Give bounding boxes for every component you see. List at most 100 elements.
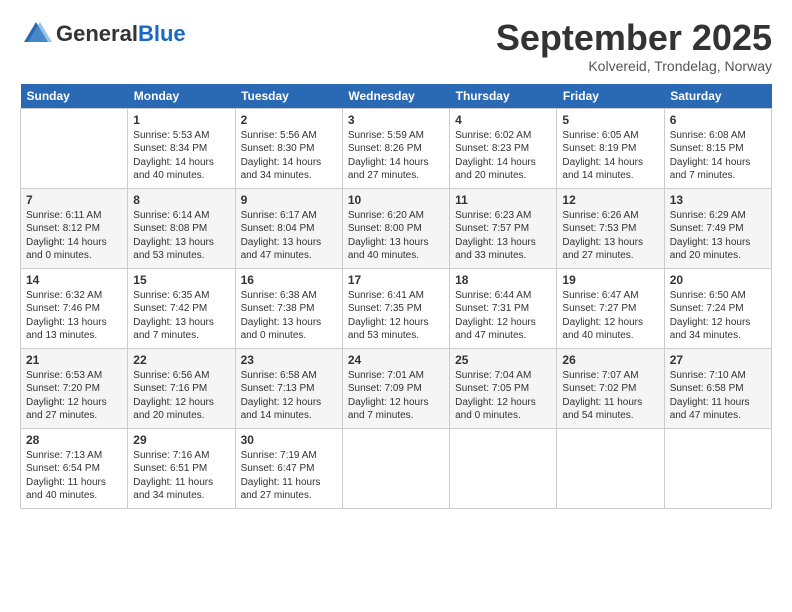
col-saturday: Saturday xyxy=(664,84,771,109)
day-cell: 24Sunrise: 7:01 AM Sunset: 7:09 PM Dayli… xyxy=(342,348,449,428)
day-cell: 15 Sunrise: 6:35 AM Sunset: 7:42 PM Dayli… xyxy=(128,268,235,348)
day-info: Sunrise: 6:29 AM Sunset: 7:49 PM Dayligh… xyxy=(670,209,766,263)
day-cell: 1Sunrise: 5:53 AM Sunset: 8:34 PM Daylig… xyxy=(128,108,235,188)
day-info: Sunrise: 6:23 AM Sunset: 7:57 PM Dayligh… xyxy=(455,209,551,263)
day-number: 27 xyxy=(670,353,766,367)
day-cell: 28 Sunrise: 7:13 AM Sunset: 6:54 PM Dayli… xyxy=(21,428,128,508)
month-title: September 2025 xyxy=(496,18,772,58)
col-sunday: Sunday xyxy=(21,84,128,109)
day-number: 16 xyxy=(241,273,337,287)
day-number: 19 xyxy=(562,273,658,287)
day-number: 30 xyxy=(241,433,337,447)
day-cell: 10 Sunrise: 6:20 AM Sunset: 8:00 PM Dayli… xyxy=(342,188,449,268)
logo-icon xyxy=(20,18,52,50)
day-number: 3 xyxy=(348,113,444,127)
day-info: Sunrise: 7:04 AM Sunset: 7:05 PM Dayligh… xyxy=(455,369,551,423)
header-area: GeneralBlue September 2025 Kolvereid, Tr… xyxy=(20,18,772,74)
day-info: Sunrise: 6:47 AM Sunset: 7:27 PM Dayligh… xyxy=(562,289,658,343)
day-info: Sunrise: 5:53 AM Sunset: 8:34 PM Dayligh… xyxy=(133,129,229,183)
week-row-2: 7Sunrise: 6:11 AM Sunset: 8:12 PM Daylig… xyxy=(21,188,772,268)
day-cell: 23 Sunrise: 6:58 AM Sunset: 7:13 PM Dayli… xyxy=(235,348,342,428)
day-cell: 12 Sunrise: 6:26 AM Sunset: 7:53 PM Dayli… xyxy=(557,188,664,268)
day-number: 6 xyxy=(670,113,766,127)
day-cell: 2 Sunrise: 5:56 AM Sunset: 8:30 PM Daylig… xyxy=(235,108,342,188)
page: GeneralBlue September 2025 Kolvereid, Tr… xyxy=(0,0,792,519)
day-info: Sunrise: 6:11 AM Sunset: 8:12 PM Dayligh… xyxy=(26,209,122,263)
day-number: 11 xyxy=(455,193,551,207)
day-info: Sunrise: 7:19 AM Sunset: 6:47 PM Dayligh… xyxy=(241,449,337,503)
header-row: Sunday Monday Tuesday Wednesday Thursday… xyxy=(21,84,772,109)
day-info: Sunrise: 6:35 AM Sunset: 7:42 PM Dayligh… xyxy=(133,289,229,343)
day-info: Sunrise: 6:17 AM Sunset: 8:04 PM Dayligh… xyxy=(241,209,337,263)
day-info: Sunrise: 7:10 AM Sunset: 6:58 PM Dayligh… xyxy=(670,369,766,423)
day-info: Sunrise: 6:32 AM Sunset: 7:46 PM Dayligh… xyxy=(26,289,122,343)
week-row-1: 1Sunrise: 5:53 AM Sunset: 8:34 PM Daylig… xyxy=(21,108,772,188)
day-cell: 16 Sunrise: 6:38 AM Sunset: 7:38 PM Dayli… xyxy=(235,268,342,348)
day-number: 28 xyxy=(26,433,122,447)
title-area: September 2025 Kolvereid, Trondelag, Nor… xyxy=(496,18,772,74)
day-number: 26 xyxy=(562,353,658,367)
week-row-3: 14 Sunrise: 6:32 AM Sunset: 7:46 PM Dayli… xyxy=(21,268,772,348)
day-info: Sunrise: 6:58 AM Sunset: 7:13 PM Dayligh… xyxy=(241,369,337,423)
day-info: Sunrise: 6:44 AM Sunset: 7:31 PM Dayligh… xyxy=(455,289,551,343)
day-cell: 19 Sunrise: 6:47 AM Sunset: 7:27 PM Dayli… xyxy=(557,268,664,348)
day-info: Sunrise: 6:20 AM Sunset: 8:00 PM Dayligh… xyxy=(348,209,444,263)
col-friday: Friday xyxy=(557,84,664,109)
day-cell: 21 Sunrise: 6:53 AM Sunset: 7:20 PM Dayli… xyxy=(21,348,128,428)
logo-general: General xyxy=(56,21,138,46)
day-cell: 14 Sunrise: 6:32 AM Sunset: 7:46 PM Dayli… xyxy=(21,268,128,348)
day-number: 29 xyxy=(133,433,229,447)
day-number: 23 xyxy=(241,353,337,367)
day-cell: 6Sunrise: 6:08 AM Sunset: 8:15 PM Daylig… xyxy=(664,108,771,188)
day-number: 4 xyxy=(455,113,551,127)
day-number: 12 xyxy=(562,193,658,207)
day-number: 15 xyxy=(133,273,229,287)
day-number: 13 xyxy=(670,193,766,207)
day-info: Sunrise: 5:56 AM Sunset: 8:30 PM Dayligh… xyxy=(241,129,337,183)
day-info: Sunrise: 6:53 AM Sunset: 7:20 PM Dayligh… xyxy=(26,369,122,423)
day-cell: 5Sunrise: 6:05 AM Sunset: 8:19 PM Daylig… xyxy=(557,108,664,188)
day-cell: 17Sunrise: 6:41 AM Sunset: 7:35 PM Dayli… xyxy=(342,268,449,348)
day-cell: 20Sunrise: 6:50 AM Sunset: 7:24 PM Dayli… xyxy=(664,268,771,348)
day-cell xyxy=(664,428,771,508)
day-cell: 4Sunrise: 6:02 AM Sunset: 8:23 PM Daylig… xyxy=(450,108,557,188)
day-cell xyxy=(342,428,449,508)
calendar-body: 1Sunrise: 5:53 AM Sunset: 8:34 PM Daylig… xyxy=(21,108,772,508)
day-info: Sunrise: 6:56 AM Sunset: 7:16 PM Dayligh… xyxy=(133,369,229,423)
day-info: Sunrise: 6:38 AM Sunset: 7:38 PM Dayligh… xyxy=(241,289,337,343)
day-number: 25 xyxy=(455,353,551,367)
day-cell: 22 Sunrise: 6:56 AM Sunset: 7:16 PM Dayli… xyxy=(128,348,235,428)
day-info: Sunrise: 7:16 AM Sunset: 6:51 PM Dayligh… xyxy=(133,449,229,503)
day-cell: 3 Sunrise: 5:59 AM Sunset: 8:26 PM Daylig… xyxy=(342,108,449,188)
col-wednesday: Wednesday xyxy=(342,84,449,109)
logo: GeneralBlue xyxy=(20,18,186,50)
day-number: 9 xyxy=(241,193,337,207)
day-cell: 7Sunrise: 6:11 AM Sunset: 8:12 PM Daylig… xyxy=(21,188,128,268)
day-cell: 9 Sunrise: 6:17 AM Sunset: 8:04 PM Daylig… xyxy=(235,188,342,268)
day-info: Sunrise: 7:13 AM Sunset: 6:54 PM Dayligh… xyxy=(26,449,122,503)
day-info: Sunrise: 6:41 AM Sunset: 7:35 PM Dayligh… xyxy=(348,289,444,343)
day-number: 18 xyxy=(455,273,551,287)
day-cell: 8 Sunrise: 6:14 AM Sunset: 8:08 PM Daylig… xyxy=(128,188,235,268)
day-info: Sunrise: 6:26 AM Sunset: 7:53 PM Dayligh… xyxy=(562,209,658,263)
day-cell: 30 Sunrise: 7:19 AM Sunset: 6:47 PM Dayli… xyxy=(235,428,342,508)
day-cell xyxy=(450,428,557,508)
day-info: Sunrise: 6:50 AM Sunset: 7:24 PM Dayligh… xyxy=(670,289,766,343)
day-number: 14 xyxy=(26,273,122,287)
day-info: Sunrise: 7:01 AM Sunset: 7:09 PM Dayligh… xyxy=(348,369,444,423)
day-cell xyxy=(21,108,128,188)
day-number: 10 xyxy=(348,193,444,207)
day-info: Sunrise: 6:14 AM Sunset: 8:08 PM Dayligh… xyxy=(133,209,229,263)
day-info: Sunrise: 5:59 AM Sunset: 8:26 PM Dayligh… xyxy=(348,129,444,183)
week-row-4: 21 Sunrise: 6:53 AM Sunset: 7:20 PM Dayli… xyxy=(21,348,772,428)
day-number: 21 xyxy=(26,353,122,367)
day-info: Sunrise: 6:05 AM Sunset: 8:19 PM Dayligh… xyxy=(562,129,658,183)
day-cell: 18 Sunrise: 6:44 AM Sunset: 7:31 PM Dayli… xyxy=(450,268,557,348)
calendar-table: Sunday Monday Tuesday Wednesday Thursday… xyxy=(20,84,772,509)
day-number: 8 xyxy=(133,193,229,207)
day-number: 22 xyxy=(133,353,229,367)
day-cell: 11 Sunrise: 6:23 AM Sunset: 7:57 PM Dayli… xyxy=(450,188,557,268)
day-cell: 29 Sunrise: 7:16 AM Sunset: 6:51 PM Dayli… xyxy=(128,428,235,508)
day-number: 2 xyxy=(241,113,337,127)
col-thursday: Thursday xyxy=(450,84,557,109)
